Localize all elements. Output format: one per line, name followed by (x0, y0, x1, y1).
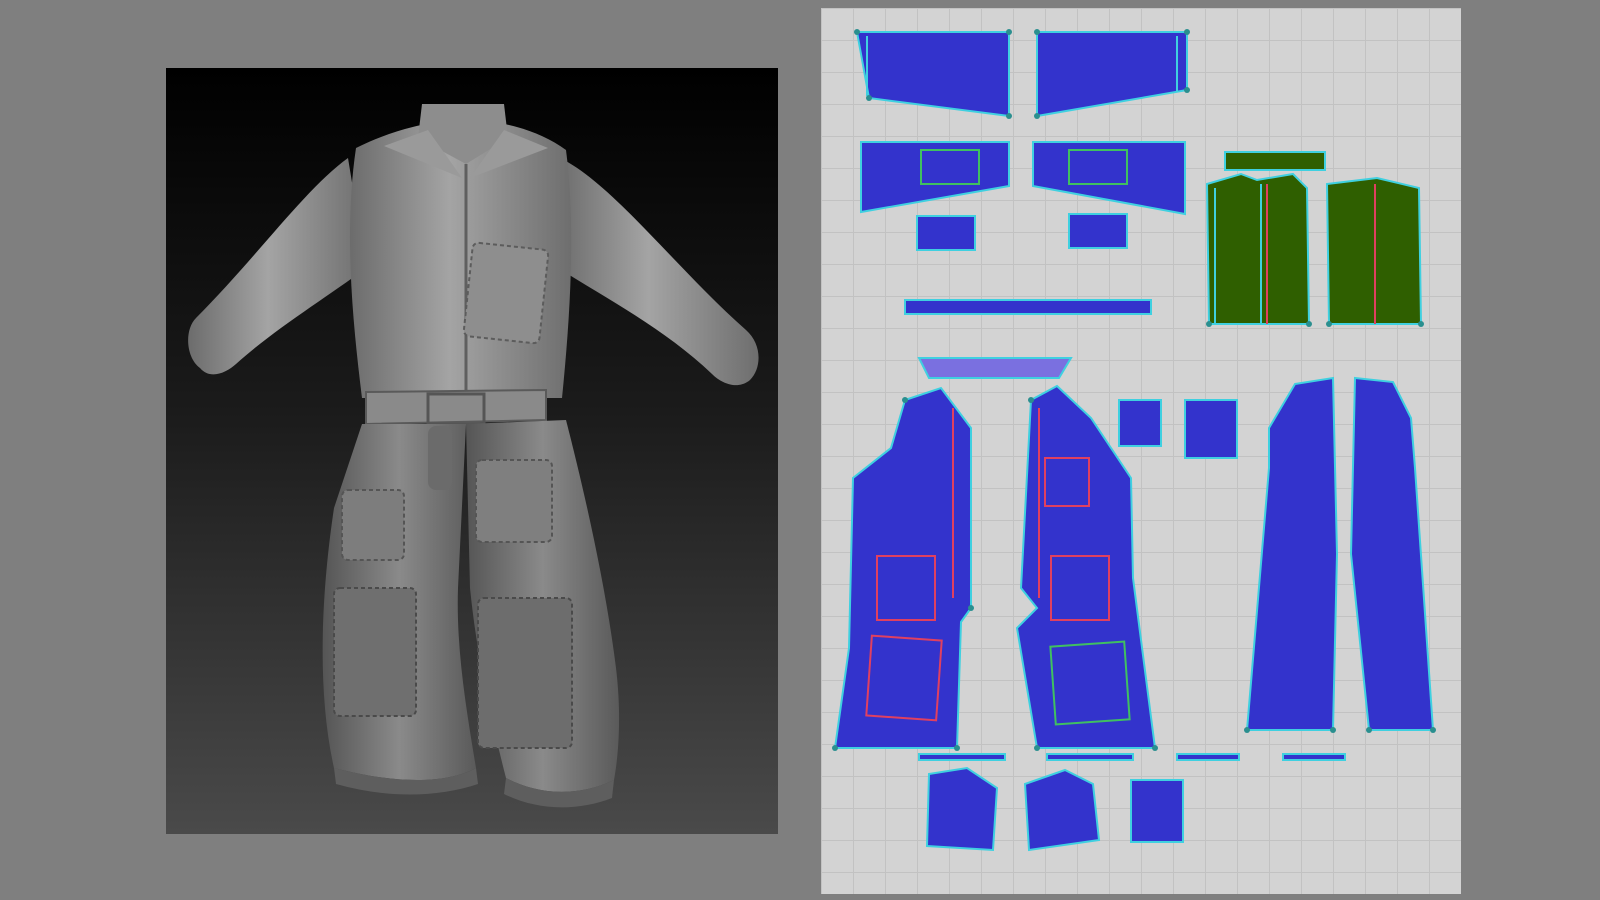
piece-cuff-right[interactable] (1036, 31, 1188, 118)
piece-back-panel-right[interactable] (1349, 376, 1435, 731)
piece-knee-patch-center[interactable] (1023, 768, 1101, 852)
piece-cuff-left[interactable] (855, 31, 1010, 118)
piece-chest-pocket-right[interactable] (1032, 141, 1186, 216)
piece-small-patch-a[interactable] (1118, 399, 1162, 447)
chest-pocket-render (462, 241, 550, 345)
piece-pocket-flap-right[interactable] (1068, 213, 1128, 249)
pattern-canvas[interactable] (821, 8, 1461, 894)
coverall-render (188, 104, 759, 808)
piece-chest-pocket-left[interactable] (860, 141, 1010, 214)
piece-pocket-flap-left[interactable] (916, 215, 976, 251)
piece-sleeve-green-left[interactable] (1205, 172, 1311, 325)
thigh-pocket-right (475, 459, 553, 543)
piece-collar-band[interactable] (917, 357, 1073, 379)
piece-front-panel-left[interactable] (833, 386, 972, 749)
piece-knee-patch-left[interactable] (925, 766, 999, 852)
piece-knee-patch-right[interactable] (1130, 779, 1184, 843)
left-sleeve (188, 158, 366, 375)
piece-back-panel-left[interactable] (1245, 376, 1339, 731)
knee-patch-right-render (477, 597, 573, 749)
piece-small-patch-b[interactable] (1184, 399, 1238, 459)
pattern-editor-2d[interactable] (821, 8, 1461, 894)
piece-back-yoke-green[interactable] (1224, 151, 1326, 171)
right-sleeve (558, 160, 759, 386)
sculpt-render-viewport (166, 68, 778, 834)
piece-belt-strip[interactable] (904, 299, 1152, 315)
thigh-pocket-left (341, 489, 405, 561)
knee-patch-left-render (333, 587, 417, 717)
